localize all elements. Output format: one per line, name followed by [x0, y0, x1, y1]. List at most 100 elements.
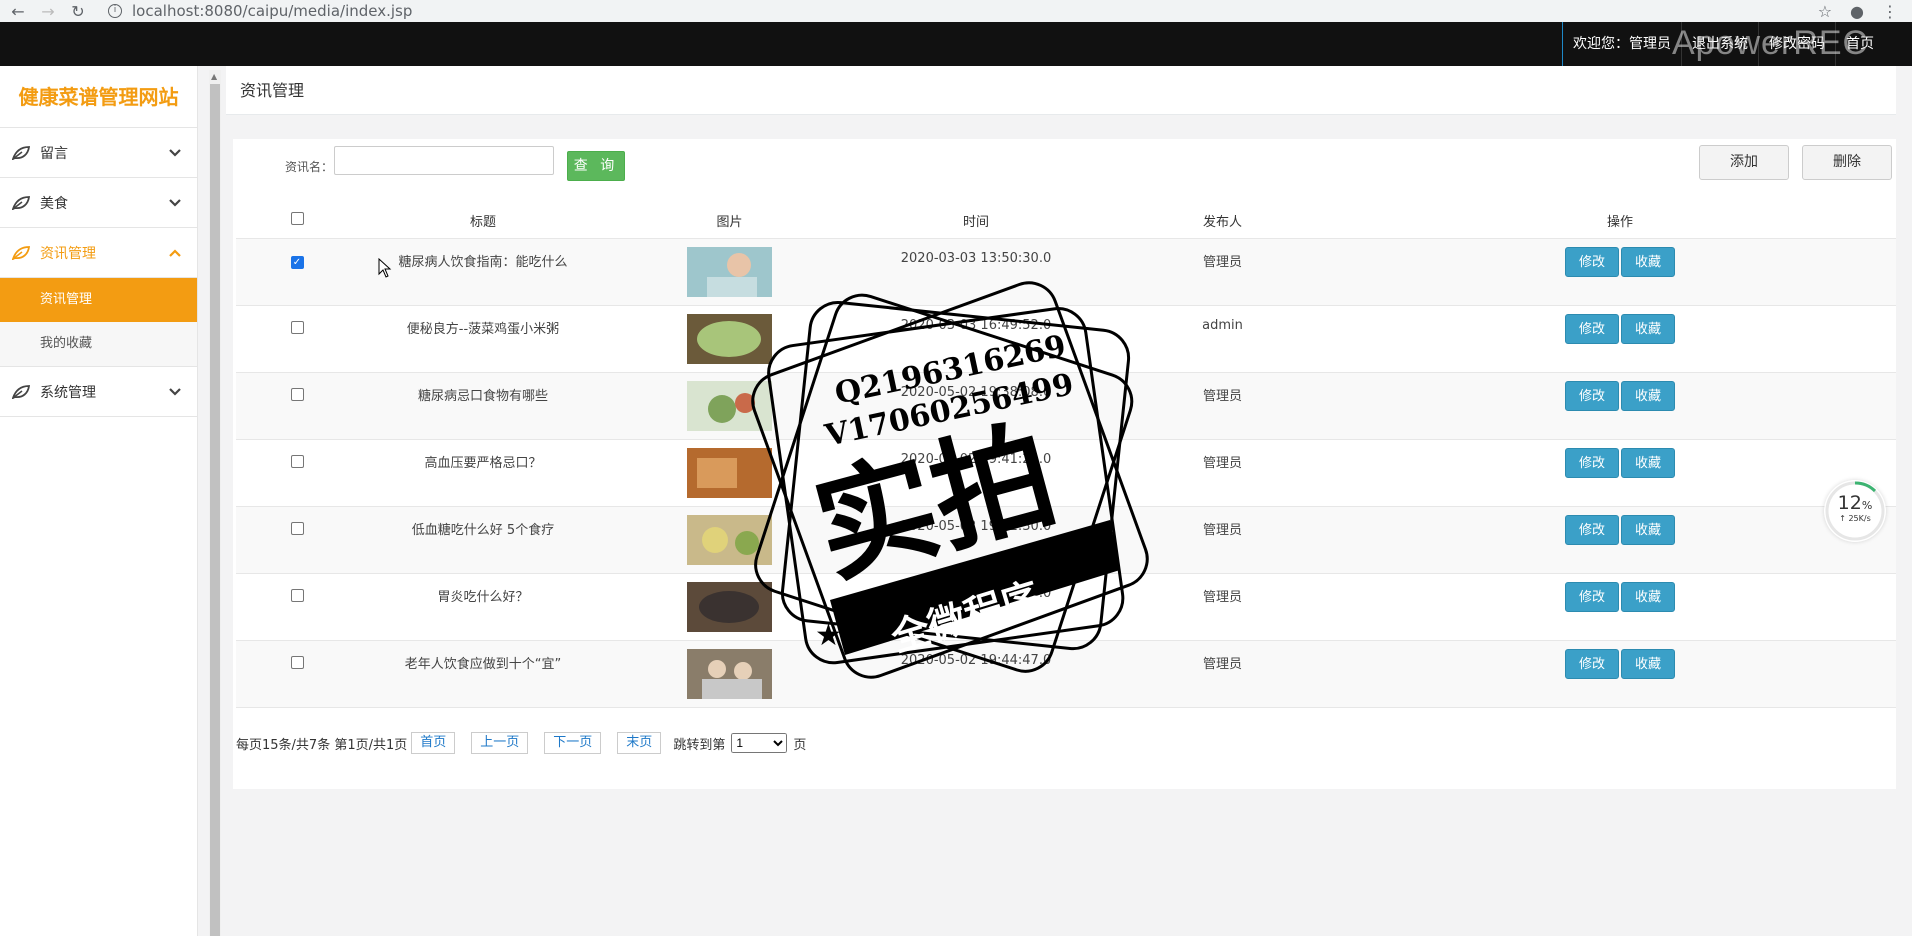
- row-checkbox[interactable]: [290, 454, 304, 468]
- row-actions: 修改 收藏: [1344, 640, 1896, 708]
- row-image-cell: [608, 238, 851, 306]
- edit-button[interactable]: 修改: [1565, 246, 1619, 277]
- row-actions: 修改 收藏: [1344, 372, 1896, 440]
- row-actions: 修改 收藏: [1344, 506, 1896, 574]
- welcome-text: 欢迎您：管理员: [1562, 22, 1681, 66]
- row-checkbox[interactable]: [290, 588, 304, 602]
- scroll-up-icon[interactable]: ▲: [211, 72, 217, 81]
- recorder-watermark: ApowerREC: [1672, 24, 1869, 62]
- search-input[interactable]: [334, 146, 554, 175]
- progress-ring-icon: [1825, 481, 1885, 541]
- news-thumbnail[interactable]: [687, 313, 772, 364]
- favorite-button[interactable]: 收藏: [1621, 514, 1675, 545]
- favorite-button[interactable]: 收藏: [1621, 246, 1675, 277]
- favorite-button[interactable]: 收藏: [1621, 581, 1675, 612]
- search-label: 资讯名：: [285, 160, 334, 174]
- sidebar-item-news-management[interactable]: 资讯管理: [0, 228, 197, 278]
- prev-page-button[interactable]: 上一页: [471, 732, 529, 754]
- submenu-item-my-favorites[interactable]: 我的收藏: [0, 322, 197, 366]
- row-checkbox[interactable]: [290, 655, 304, 669]
- column-header-image: 图片: [608, 203, 851, 239]
- row-title: 便秘良方--菠菜鸡蛋小米粥: [358, 305, 608, 373]
- edit-button[interactable]: 修改: [1565, 313, 1619, 344]
- news-thumbnail[interactable]: [687, 447, 772, 498]
- back-icon[interactable]: ←: [8, 2, 28, 21]
- next-page-button[interactable]: 下一页: [544, 732, 602, 754]
- edit-button[interactable]: 修改: [1565, 514, 1619, 545]
- chevron-up-icon: [169, 249, 181, 257]
- row-title: 糖尿病忌口食物有哪些: [358, 372, 608, 440]
- news-thumbnail[interactable]: [687, 246, 772, 297]
- row-checkbox[interactable]: [290, 320, 304, 334]
- news-thumbnail[interactable]: [687, 514, 772, 565]
- submenu-item-news-management[interactable]: 资讯管理: [0, 278, 197, 322]
- table-row: 高血压要严格忌口？ 2020-05-02 19:41:24.0 管理员 修改 收藏: [236, 439, 1896, 507]
- add-button[interactable]: 添加: [1699, 145, 1789, 180]
- row-select-cell: ✓: [236, 238, 358, 306]
- row-time: 2020-05-02 19:42:30.0: [851, 506, 1101, 574]
- sidebar-item-label: 系统管理: [40, 384, 96, 401]
- menu-icon[interactable]: ⋮: [1882, 2, 1898, 21]
- row-checkbox[interactable]: [290, 387, 304, 401]
- row-title: 高血压要严格忌口？: [358, 439, 608, 507]
- profile-icon[interactable]: ●: [1850, 2, 1864, 21]
- favorite-button[interactable]: 收藏: [1621, 648, 1675, 679]
- row-select-cell: [236, 439, 358, 507]
- reload-icon[interactable]: ↻: [68, 2, 88, 21]
- frame-scrollbar[interactable]: ▲: [209, 70, 221, 936]
- row-author: 管理员: [1101, 439, 1344, 507]
- select-all-checkbox[interactable]: [290, 211, 304, 225]
- search-row: 资讯名： 查 询 添加 删除: [233, 139, 1896, 199]
- news-thumbnail[interactable]: [687, 648, 772, 699]
- address-bar[interactable]: i localhost:8080/caipu/media/index.jsp: [108, 2, 412, 20]
- site-logo: 健康菜谱管理网站: [0, 66, 197, 128]
- leaf-icon: [12, 195, 30, 210]
- table-header-row: 标题 图片 时间 发布人 操作: [236, 203, 1896, 239]
- row-select-cell: [236, 573, 358, 641]
- first-page-button[interactable]: 首页: [411, 732, 456, 754]
- edit-button[interactable]: 修改: [1565, 648, 1619, 679]
- news-thumbnail[interactable]: [687, 581, 772, 632]
- top-header: 欢迎您：管理员 退出系统 修改密码 首页: [0, 22, 1912, 66]
- row-checkbox[interactable]: [290, 521, 304, 535]
- favorite-button[interactable]: 收藏: [1621, 447, 1675, 478]
- favorite-button[interactable]: 收藏: [1621, 313, 1675, 344]
- table-row: 低血糖吃什么好 5个食疗 2020-05-02 19:42:30.0 管理员 修…: [236, 506, 1896, 574]
- delete-button[interactable]: 删除: [1802, 145, 1892, 180]
- last-page-button[interactable]: 末页: [617, 732, 662, 754]
- row-time: 2020-05-02 19:38:08.0: [851, 372, 1101, 440]
- submenu-news: 资讯管理 我的收藏: [0, 278, 197, 367]
- page-select[interactable]: 1: [731, 733, 788, 753]
- jump-label: 跳转到第: [673, 737, 726, 753]
- sidebar-item-system-management[interactable]: 系统管理: [0, 367, 197, 417]
- star-icon[interactable]: ☆: [1818, 2, 1832, 21]
- sidebar-item-label: 留言: [40, 145, 68, 162]
- leaf-icon: [12, 145, 30, 160]
- table-row: ✓ 糖尿病人饮食指南：能吃什么 2020-03-03 13:50:30.0 管理…: [236, 238, 1896, 306]
- edit-button[interactable]: 修改: [1565, 380, 1619, 411]
- query-button[interactable]: 查 询: [567, 151, 625, 181]
- news-thumbnail[interactable]: [687, 380, 772, 431]
- scrollbar-thumb[interactable]: [210, 84, 220, 936]
- row-title: 糖尿病人饮食指南：能吃什么: [358, 238, 608, 306]
- edit-button[interactable]: 修改: [1565, 581, 1619, 612]
- page-title: 资讯管理: [240, 81, 305, 100]
- sidebar-item-label: 资讯管理: [40, 245, 96, 262]
- forward-icon[interactable]: →: [38, 2, 58, 21]
- row-author: 管理员: [1101, 640, 1344, 708]
- row-time: 2020-03-03 16:49:52.0: [851, 305, 1101, 373]
- network-speed-widget[interactable]: 12% ↑ 25K/s: [1824, 480, 1886, 542]
- favorite-button[interactable]: 收藏: [1621, 380, 1675, 411]
- row-checkbox[interactable]: ✓: [290, 255, 304, 269]
- edit-button[interactable]: 修改: [1565, 447, 1619, 478]
- row-image-cell: [608, 573, 851, 641]
- sidebar-item-food[interactable]: 美食: [0, 178, 197, 228]
- column-header-title: 标题: [358, 203, 608, 239]
- row-actions: 修改 收藏: [1344, 238, 1896, 306]
- row-image-cell: [608, 305, 851, 373]
- row-time: 2020-05-02 19:44:47.0: [851, 640, 1101, 708]
- info-icon[interactable]: i: [108, 4, 122, 18]
- sidebar-item-messages[interactable]: 留言: [0, 128, 197, 178]
- row-time: 2020-03-03 13:50:30.0: [851, 238, 1101, 306]
- select-all-cell: [236, 203, 358, 239]
